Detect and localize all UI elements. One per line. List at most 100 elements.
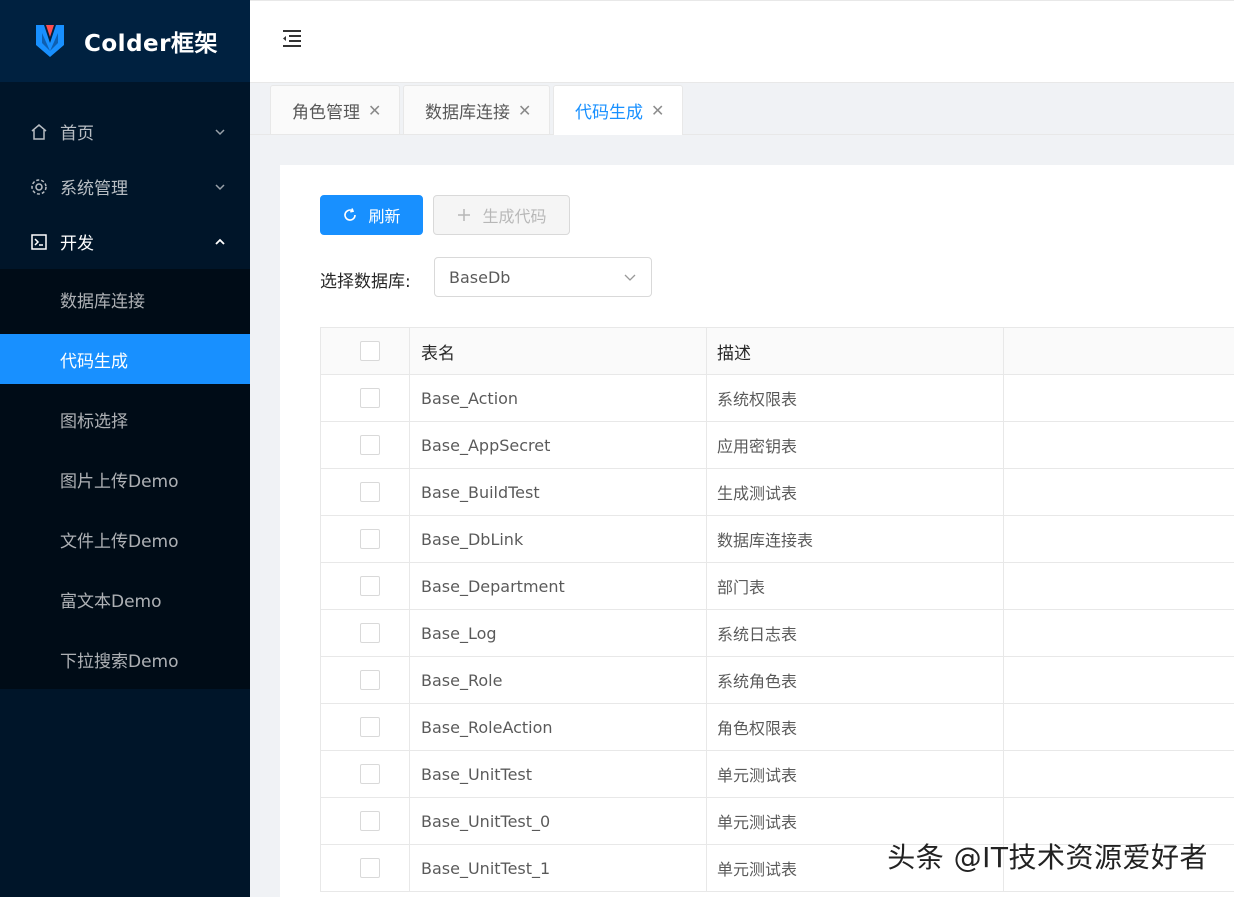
row-checkbox[interactable]	[360, 388, 380, 408]
generate-code-button-label: 生成代码	[482, 207, 547, 226]
row-checkbox[interactable]	[360, 858, 380, 878]
tab-db-link[interactable]: 数据库连接 ✕	[403, 85, 551, 134]
sidebar-item-code-gen[interactable]: 代码生成	[0, 334, 250, 384]
table-row[interactable]: Base_Department 部门表	[321, 563, 1234, 610]
tables-table: 表名 描述 Base_Action 系统权限表 Base_AppSecret 应用密钥…	[320, 327, 1234, 892]
table-desc-cell: 角色权限表	[707, 704, 1004, 750]
row-check-cell	[321, 798, 410, 844]
table-name-cell: Base_DbLink	[410, 516, 707, 562]
table-row[interactable]: Base_AppSecret 应用密钥表	[321, 422, 1234, 469]
row-checkbox[interactable]	[360, 482, 380, 502]
terminal-icon	[30, 233, 48, 251]
close-icon[interactable]: ✕	[651, 101, 664, 120]
row-checkbox[interactable]	[360, 670, 380, 690]
table-empty-cell	[1004, 516, 1234, 562]
table-header-row: 表名 描述	[321, 328, 1234, 375]
sidebar-item-db-link[interactable]: 数据库连接	[0, 269, 250, 329]
row-checkbox[interactable]	[360, 623, 380, 643]
sidebar-item-dev[interactable]: 开发	[0, 214, 250, 269]
table-empty-cell	[1004, 657, 1234, 703]
header	[250, 0, 1234, 83]
sidebar: Colder框架 首页 系统管理 开发 数据库连接 代码生成 图标选择 图片上传…	[0, 0, 250, 897]
close-icon[interactable]: ✕	[518, 101, 531, 120]
sidebar-item-home[interactable]: 首页	[0, 104, 250, 159]
row-check-cell	[321, 610, 410, 656]
table-name-cell: Base_Log	[410, 610, 707, 656]
sidebar-menu: 首页 系统管理 开发 数据库连接 代码生成 图标选择 图片上传Demo 文件上传…	[0, 82, 250, 689]
db-select-label: 选择数据库:	[320, 272, 411, 292]
chevron-down-icon	[214, 126, 226, 138]
table-row[interactable]: Base_Log 系统日志表	[321, 610, 1234, 657]
chevron-down-icon	[214, 181, 226, 193]
logo[interactable]: Colder框架	[0, 0, 250, 82]
chevron-up-icon	[214, 236, 226, 248]
table-row[interactable]: Base_Role 系统角色表	[321, 657, 1234, 704]
sidebar-item-rich-text[interactable]: 富文本Demo	[0, 569, 250, 629]
watermark: 头条 @IT技术资源爱好者	[887, 841, 1208, 874]
row-check-cell	[321, 469, 410, 515]
menu-fold-icon[interactable]	[280, 27, 304, 51]
table-empty-cell	[1004, 704, 1234, 750]
table-empty-cell	[1004, 563, 1234, 609]
row-checkbox[interactable]	[360, 764, 380, 784]
row-checkbox[interactable]	[360, 576, 380, 596]
table-empty-cell	[1004, 375, 1234, 421]
table-name-cell: Base_Role	[410, 657, 707, 703]
refresh-icon	[342, 207, 358, 223]
sidebar-item-dropdown-search[interactable]: 下拉搜索Demo	[0, 629, 250, 689]
table-empty-cell	[1004, 751, 1234, 797]
generate-code-button[interactable]: 生成代码	[433, 195, 570, 235]
sidebar-item-image-upload[interactable]: 图片上传Demo	[0, 449, 250, 509]
sidebar-item-label: 系统管理	[60, 179, 128, 199]
db-select[interactable]: BaseDb	[434, 257, 652, 297]
table-row[interactable]: Base_BuildTest 生成测试表	[321, 469, 1234, 516]
table-desc-cell: 数据库连接表	[707, 516, 1004, 562]
table-desc-cell: 生成测试表	[707, 469, 1004, 515]
table-name-cell: Base_RoleAction	[410, 704, 707, 750]
home-icon	[30, 123, 48, 141]
tab-label: 代码生成	[575, 103, 643, 123]
header-check-cell	[321, 328, 410, 374]
table-row[interactable]: Base_DbLink 数据库连接表	[321, 516, 1234, 563]
table-empty-cell	[1004, 469, 1234, 515]
row-checkbox[interactable]	[360, 811, 380, 831]
tab-bar: 角色管理 ✕ 数据库连接 ✕ 代码生成 ✕	[250, 83, 1234, 135]
row-check-cell	[321, 422, 410, 468]
table-name-cell: Base_AppSecret	[410, 422, 707, 468]
refresh-button[interactable]: 刷新	[320, 195, 423, 235]
row-check-cell	[321, 375, 410, 421]
row-checkbox[interactable]	[360, 435, 380, 455]
tab-role-management[interactable]: 角色管理 ✕	[270, 85, 401, 134]
app-title: Colder框架	[84, 31, 218, 57]
chevron-down-icon	[624, 274, 636, 281]
tab-code-gen[interactable]: 代码生成 ✕	[553, 85, 684, 135]
table-row[interactable]: Base_Action 系统权限表	[321, 375, 1234, 422]
select-all-checkbox[interactable]	[360, 341, 380, 361]
sidebar-item-label: 首页	[60, 124, 94, 144]
row-checkbox[interactable]	[360, 529, 380, 549]
sidebar-item-system[interactable]: 系统管理	[0, 159, 250, 214]
table-name-cell: Base_UnitTest_0	[410, 798, 707, 844]
row-checkbox[interactable]	[360, 717, 380, 737]
main-card: 刷新 生成代码 选择数据库: BaseDb 表名 描述 Base_Action 系…	[280, 165, 1234, 897]
close-icon[interactable]: ✕	[368, 101, 381, 120]
gear-icon	[30, 178, 48, 196]
sidebar-item-icon-select[interactable]: 图标选择	[0, 389, 250, 449]
table-desc-cell: 应用密钥表	[707, 422, 1004, 468]
table-row[interactable]: Base_RoleAction 角色权限表	[321, 704, 1234, 751]
table-desc-cell: 单元测试表	[707, 751, 1004, 797]
db-select-value: BaseDb	[449, 267, 511, 287]
table-name-cell: Base_Action	[410, 375, 707, 421]
dev-submenu: 数据库连接 代码生成 图标选择 图片上传Demo 文件上传Demo 富文本Dem…	[0, 269, 250, 689]
table-name-cell: Base_UnitTest_1	[410, 845, 707, 891]
row-check-cell	[321, 657, 410, 703]
table-desc-cell: 部门表	[707, 563, 1004, 609]
plus-icon	[456, 207, 472, 223]
refresh-button-label: 刷新	[368, 207, 401, 226]
row-check-cell	[321, 563, 410, 609]
row-check-cell	[321, 845, 410, 891]
table-row[interactable]: Base_UnitTest 单元测试表	[321, 751, 1234, 798]
column-header-empty	[1004, 328, 1234, 374]
table-name-cell: Base_BuildTest	[410, 469, 707, 515]
sidebar-item-file-upload[interactable]: 文件上传Demo	[0, 509, 250, 569]
